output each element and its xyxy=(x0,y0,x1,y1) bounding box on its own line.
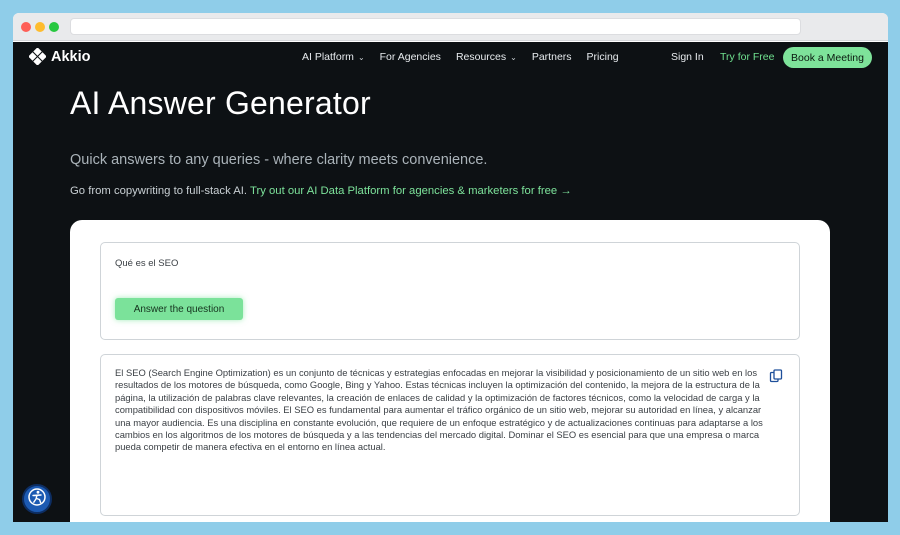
nav-item-ai-platform[interactable]: AI Platform ⌄ xyxy=(302,51,365,63)
promo-text: Go from copywriting to full-stack AI. xyxy=(70,185,248,197)
question-input[interactable]: Qué es el SEO Answer the question xyxy=(100,242,800,340)
accessibility-button[interactable] xyxy=(22,484,52,514)
page-title: AI Answer Generator xyxy=(70,85,371,121)
nav-item-partners[interactable]: Partners xyxy=(532,51,572,63)
nav-item-for-agencies[interactable]: For Agencies xyxy=(380,51,441,63)
accessibility-icon xyxy=(27,487,47,512)
address-bar[interactable] xyxy=(70,18,801,35)
book-meeting-button[interactable]: Book a Meeting xyxy=(783,47,872,68)
brand-logo[interactable]: Akkio xyxy=(29,48,91,65)
nav-item-label: Resources xyxy=(455,51,507,63)
nav-item-label: For Agencies xyxy=(379,51,441,63)
nav-item-resources[interactable]: Resources ⌄ xyxy=(456,51,517,63)
try-for-free-link[interactable]: Try for Free xyxy=(720,51,774,63)
question-text: Qué es el SEO xyxy=(115,258,179,269)
page-subtitle: Quick answers to any queries - where cla… xyxy=(70,152,488,168)
copy-icon[interactable] xyxy=(769,369,783,383)
page-content: Akkio AI Platform ⌄ For Agencies Resourc… xyxy=(13,42,888,522)
brand-name: Akkio xyxy=(51,48,91,65)
browser-toolbar xyxy=(13,13,888,41)
nav-item-pricing[interactable]: Pricing xyxy=(587,51,619,63)
window-close-button[interactable] xyxy=(21,22,31,32)
nav-item-label: Pricing xyxy=(586,51,619,63)
window-maximize-button[interactable] xyxy=(49,22,59,32)
answer-output: El SEO (Search Engine Optimization) es u… xyxy=(100,354,800,516)
answer-text: El SEO (Search Engine Optimization) es u… xyxy=(115,367,763,453)
window-minimize-button[interactable] xyxy=(35,22,45,32)
top-navigation: Akkio AI Platform ⌄ For Agencies Resourc… xyxy=(13,42,888,74)
chevron-down-icon: ⌄ xyxy=(357,52,365,62)
chevron-down-icon: ⌄ xyxy=(510,52,517,62)
nav-item-label: Partners xyxy=(531,51,572,63)
promo-line: Go from copywriting to full-stack AI. Tr… xyxy=(70,185,572,197)
answer-question-button[interactable]: Answer the question xyxy=(115,298,243,320)
nav-links: AI Platform ⌄ For Agencies Resources ⌄ P… xyxy=(302,51,634,63)
browser-window: Akkio AI Platform ⌄ For Agencies Resourc… xyxy=(13,13,888,522)
promo-link[interactable]: Try out our AI Data Platform for agencie… xyxy=(250,185,572,197)
akkio-logo-icon xyxy=(29,48,46,65)
nav-item-label: AI Platform xyxy=(302,51,354,63)
generator-card: Qué es el SEO Answer the question El SEO… xyxy=(70,220,830,522)
sign-in-link[interactable]: Sign In xyxy=(671,51,704,63)
